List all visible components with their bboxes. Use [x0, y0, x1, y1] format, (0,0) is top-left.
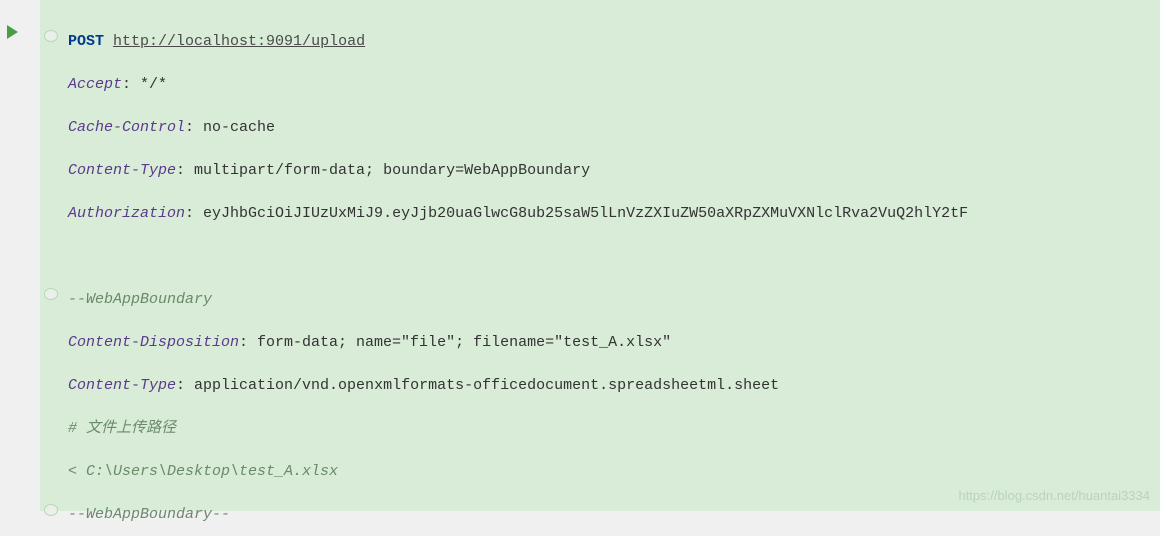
file-path-line: < C:\Users\Desktop\test_A.xlsx [68, 450, 1160, 493]
part-content-type: Content-Type: application/vnd.openxmlfor… [68, 364, 1160, 407]
boundary-open: --WebAppBoundary [68, 278, 1160, 321]
part-content-disposition: Content-Disposition: form-data; name="fi… [68, 321, 1160, 364]
code-editor[interactable]: POST http://localhost:9091/upload Accept… [64, 0, 1160, 511]
header-content-type: Content-Type: multipart/form-data; bound… [68, 149, 1160, 192]
fold-marker-icon[interactable] [41, 26, 61, 46]
request-url: http://localhost:9091/upload [113, 33, 365, 50]
editor-gutter [0, 0, 40, 511]
watermark: https://blog.csdn.net/huantai3334 [958, 488, 1150, 503]
http-method: POST [68, 33, 104, 50]
fold-gutter [40, 0, 64, 511]
header-authorization: Authorization: eyJhbGciOiJIUzUxMiJ9.eyJj… [68, 192, 1160, 235]
fold-marker-icon[interactable] [41, 500, 61, 520]
fold-marker-icon[interactable] [41, 284, 61, 304]
blank-line [68, 235, 1160, 278]
comment-line: # 文件上传路径 [68, 407, 1160, 450]
run-icon[interactable] [7, 25, 18, 39]
header-cache-control: Cache-Control: no-cache [68, 106, 1160, 149]
header-accept: Accept: */* [68, 63, 1160, 106]
request-line: POST http://localhost:9091/upload [68, 20, 1160, 63]
